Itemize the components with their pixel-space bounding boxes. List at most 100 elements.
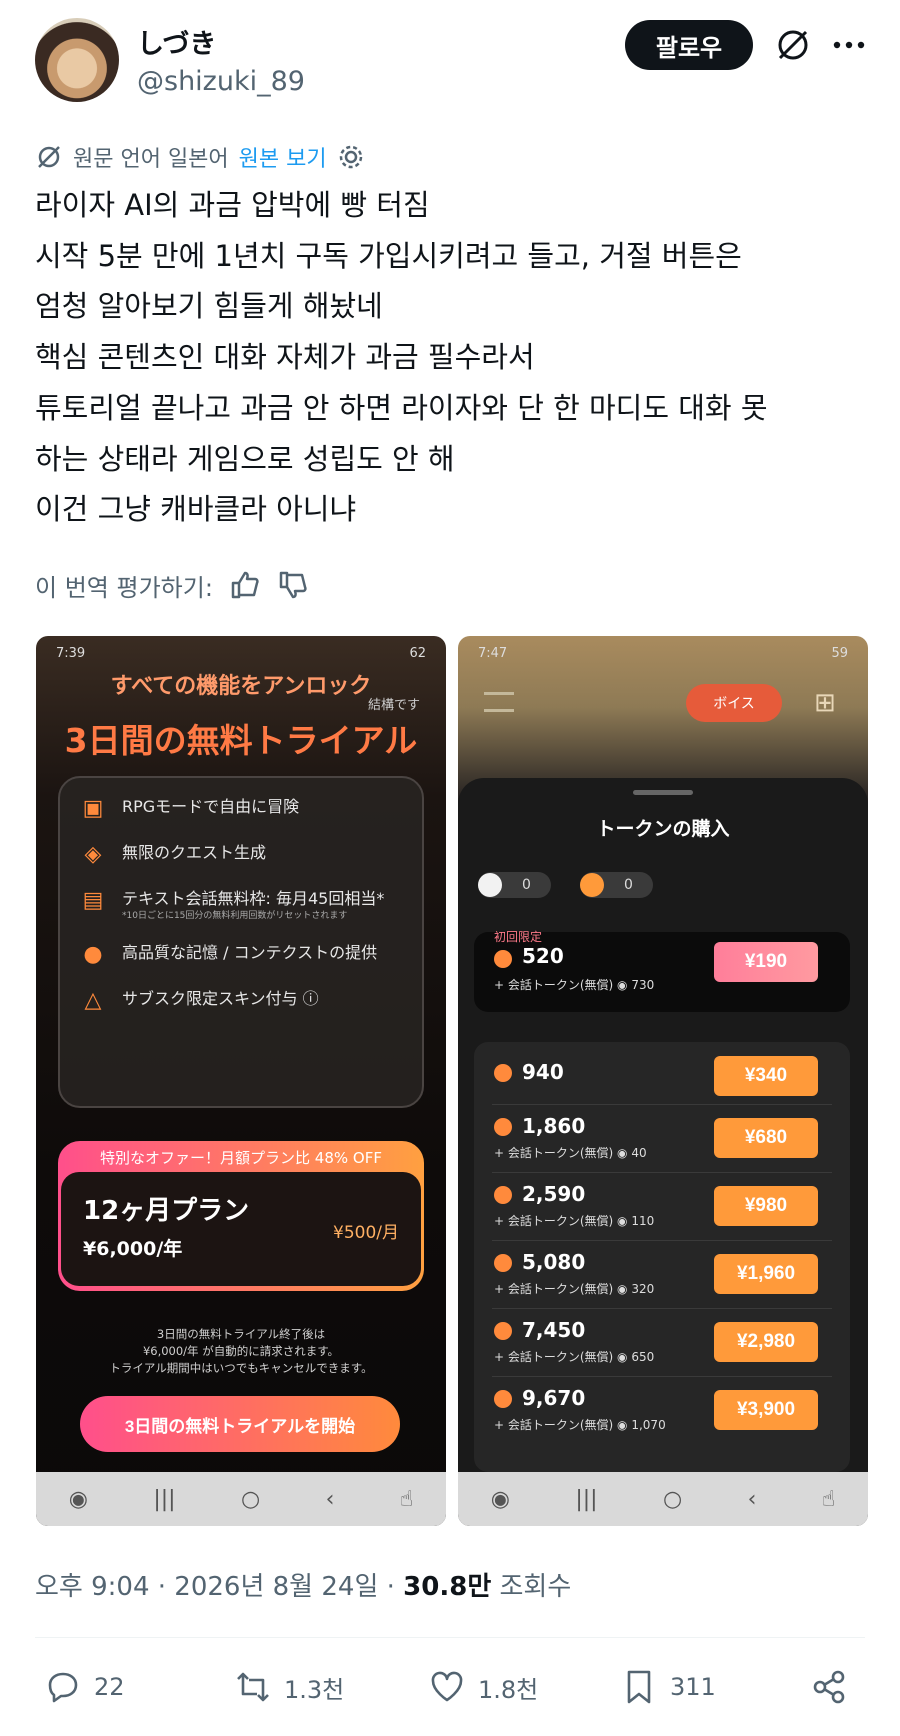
token-bonus: + 会話トークン(無償) ◉ 110 bbox=[494, 1214, 655, 1228]
touch-lock-icon[interactable]: ☝ bbox=[822, 1487, 835, 1512]
post-line: 엄청 알아보기 힘들게 해놨네 bbox=[35, 289, 383, 324]
grid-icon[interactable]: ⊞ bbox=[814, 688, 844, 718]
token-pack-row: 940 ¥340 bbox=[474, 1042, 850, 1118]
token-icon bbox=[494, 1118, 512, 1136]
follow-button[interactable]: 팔로우 bbox=[625, 20, 753, 70]
sheet-title: トークンの購入 bbox=[596, 818, 730, 840]
balance-free: 0 bbox=[478, 872, 551, 898]
token-icon bbox=[494, 1064, 512, 1082]
bookmark-icon bbox=[627, 1670, 651, 1704]
token-pack-row: 5,080 + 会話トークン(無償) ◉ 320 ¥1,960 bbox=[474, 1246, 850, 1322]
show-original-link[interactable]: 원본 보기 bbox=[239, 141, 327, 173]
back-icon[interactable]: ‹ bbox=[748, 1487, 757, 1512]
price-button[interactable]: ¥3,900 bbox=[714, 1390, 818, 1430]
brain-icon: ● bbox=[83, 942, 103, 967]
plan-monthly-price: ¥500/月 bbox=[333, 1223, 399, 1243]
share-icon bbox=[813, 1670, 845, 1704]
voice-button[interactable]: ボイス bbox=[686, 684, 782, 722]
token-icon bbox=[494, 1322, 512, 1340]
repost-button[interactable]: 1.3천 bbox=[234, 1662, 344, 1712]
token-icon bbox=[494, 1390, 512, 1408]
thumbs-down-icon[interactable] bbox=[277, 569, 309, 601]
token-amount: 520 bbox=[522, 944, 564, 968]
token-pack-row: 1,860 + 会話トークン(無償) ◉ 40 ¥680 bbox=[474, 1110, 850, 1186]
price-button[interactable]: ¥680 bbox=[714, 1118, 818, 1158]
heart-icon bbox=[431, 1671, 463, 1702]
gear-icon[interactable] bbox=[337, 143, 365, 171]
token-bonus: + 会話トークン(無償) ◉ 650 bbox=[494, 1350, 655, 1364]
feature-item: △ サブスク限定スキン付与 ⓘ bbox=[80, 988, 402, 1014]
menu-icon[interactable] bbox=[484, 692, 514, 712]
like-button[interactable]: 1.8천 bbox=[428, 1662, 538, 1712]
status-bar: 7:47 59 bbox=[458, 636, 868, 674]
plan-name: 12ヶ月プラン bbox=[83, 1196, 250, 1226]
repost-count: 1.3천 bbox=[284, 1675, 345, 1704]
game-icon[interactable]: ◉ bbox=[491, 1487, 510, 1512]
status-time: 7:39 bbox=[56, 646, 86, 661]
post-line: 시작 5분 만에 1년치 구독 가입시키려고 들고, 거절 버튼은 bbox=[35, 238, 742, 273]
attached-image-trial[interactable]: 7:39 62 すべての機能をアンロック 結構です 3日間の無料トライアル ▣ … bbox=[36, 636, 446, 1526]
divider bbox=[492, 1104, 832, 1105]
price-button[interactable]: ¥190 bbox=[714, 942, 818, 982]
post-line: 하는 상태라 게임으로 성립도 안 해 bbox=[35, 441, 455, 476]
price-button[interactable]: ¥340 bbox=[714, 1056, 818, 1096]
divider bbox=[492, 1376, 832, 1377]
grok-icon[interactable] bbox=[774, 26, 812, 64]
quest-icon: ◈ bbox=[84, 842, 102, 867]
home-icon[interactable]: ○ bbox=[241, 1487, 260, 1512]
rate-translation-row: 이 번역 평가하기: bbox=[35, 566, 309, 604]
token-bonus: + 会話トークン(無償) ◉ 320 bbox=[494, 1282, 655, 1296]
back-icon[interactable]: ‹ bbox=[326, 1487, 335, 1512]
status-battery: 62 bbox=[409, 646, 426, 661]
bookmark-button[interactable]: 311 bbox=[620, 1662, 716, 1712]
more-icon[interactable] bbox=[832, 30, 866, 60]
thumbs-up-icon[interactable] bbox=[229, 569, 261, 601]
recents-icon[interactable]: ||| bbox=[153, 1487, 175, 1512]
grok-icon bbox=[38, 146, 60, 168]
token-bonus: + 会話トークン(無償) ◉ 40 bbox=[494, 1146, 647, 1160]
android-nav-bar: ◉ ||| ○ ‹ ☝ bbox=[36, 1472, 446, 1526]
reply-count: 22 bbox=[94, 1673, 125, 1701]
reply-icon bbox=[48, 1672, 78, 1703]
start-trial-button[interactable]: 3日間の無料トライアルを開始 bbox=[80, 1396, 400, 1452]
reply-button[interactable]: 22 bbox=[44, 1662, 125, 1712]
feature-list: ▣ RPGモードで自由に冒険 ◈ 無限のクエスト生成 ▤ テキスト会話無料枠: … bbox=[58, 776, 424, 1108]
hanger-icon: △ bbox=[84, 988, 102, 1013]
trial-note: 3日間の無料トライアル終了後は ¥6,000/年 が自動的に請求されます。 トラ… bbox=[109, 1327, 373, 1375]
touch-lock-icon[interactable]: ☝ bbox=[400, 1487, 413, 1512]
token-icon bbox=[580, 873, 604, 897]
home-icon[interactable]: ○ bbox=[663, 1487, 682, 1512]
author-name[interactable]: しづき bbox=[137, 22, 216, 61]
android-nav-bar: ◉ ||| ○ ‹ ☝ bbox=[458, 1472, 868, 1526]
plan-offer-card[interactable]: 特別なオファー！月額プラン比 48% OFF 12ヶ月プラン ¥6,000/年 … bbox=[58, 1141, 424, 1291]
view-count: 30.8만 bbox=[403, 1572, 492, 1602]
token-pack-list: 940 ¥340 1,860 + 会話トークン(無償) ◉ 40 ¥680 2,… bbox=[474, 1042, 850, 1472]
chat-token-icon bbox=[478, 873, 502, 897]
post-text: 라이자 AI의 과금 압박에 빵 터짐 시작 5분 만에 1년치 구독 가입시키… bbox=[35, 180, 875, 535]
token-icon bbox=[494, 950, 512, 968]
document-icon: ▤ bbox=[82, 888, 104, 913]
attached-image-tokens[interactable]: 7:47 59 ボイス ⊞ トークンの購入 0 0 初回限定 520 + 会話ト… bbox=[458, 636, 868, 1526]
avatar[interactable] bbox=[35, 18, 119, 102]
sheet-handle[interactable] bbox=[633, 790, 693, 795]
price-button[interactable]: ¥2,980 bbox=[714, 1322, 818, 1362]
book-icon: ▣ bbox=[82, 796, 104, 821]
token-bonus: + 会話トークン(無償) ◉ 730 bbox=[494, 978, 655, 992]
feature-item: ◈ 無限のクエスト生成 bbox=[80, 842, 402, 868]
game-icon[interactable]: ◉ bbox=[69, 1487, 88, 1512]
price-button[interactable]: ¥980 bbox=[714, 1186, 818, 1226]
source-language: 원문 언어 일본어 bbox=[73, 147, 229, 172]
plan-price: ¥6,000/年 bbox=[83, 1238, 183, 1260]
decline-link[interactable]: 結構です bbox=[368, 694, 420, 713]
feature-note: *10日ごとに15回分の無料利用回数がリセットされます bbox=[122, 911, 348, 921]
price-button[interactable]: ¥1,960 bbox=[714, 1254, 818, 1294]
feature-item: ▤ テキスト会話無料枠: 毎月45回相当* *10日ごとに15回分の無料利用回数… bbox=[80, 888, 402, 922]
recents-icon[interactable]: ||| bbox=[575, 1487, 597, 1512]
token-icon bbox=[494, 1254, 512, 1272]
post-line: 이건 그냥 캐바클라 아니냐 bbox=[35, 492, 357, 527]
feature-item: ● 高品質な記憶 / コンテクストの提供 bbox=[80, 942, 402, 968]
divider bbox=[492, 1308, 832, 1309]
author-handle[interactable]: @shizuki_89 bbox=[137, 66, 305, 97]
post-timestamp[interactable]: 오후 9:04 · 2026년 8월 24일 · bbox=[35, 1572, 403, 1602]
share-button[interactable] bbox=[810, 1662, 848, 1712]
